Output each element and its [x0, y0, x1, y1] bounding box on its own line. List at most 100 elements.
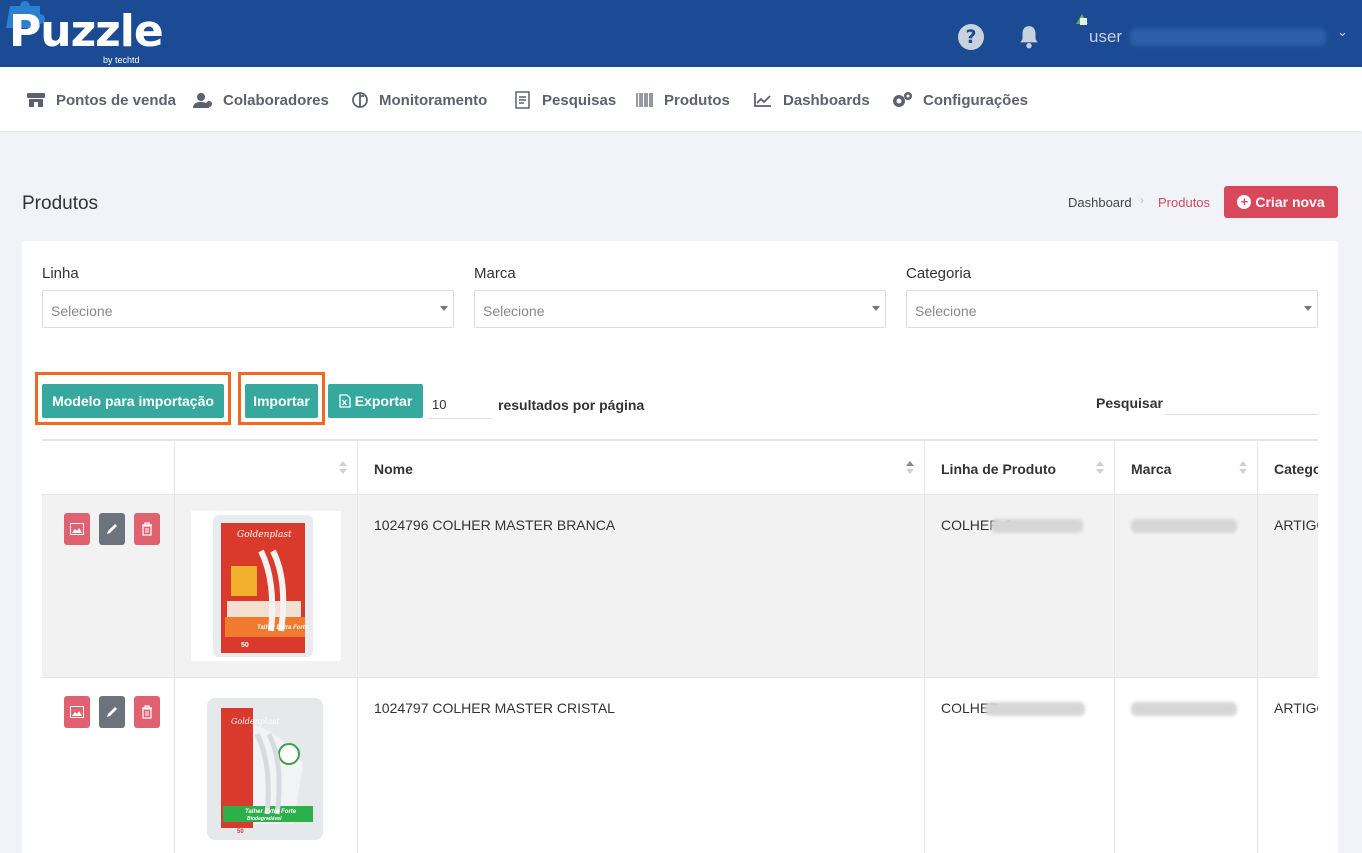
nav-label: Configurações — [923, 91, 1029, 109]
sort-icon — [339, 461, 347, 474]
nav-label: Monitoramento — [379, 91, 488, 109]
column-label: Nome — [374, 461, 413, 477]
nav-item-pontos-de-venda[interactable]: Pontos de venda — [26, 91, 176, 109]
nav-item-colaboradores[interactable]: Colaboradores — [193, 91, 329, 109]
nav-label: Dashboards — [783, 91, 870, 109]
products-card: Linha Selecione Marca Selecione Categori… — [22, 241, 1338, 853]
trash-icon — [142, 705, 152, 719]
nav-label: Pontos de venda — [56, 91, 177, 109]
nav-item-configuracoes[interactable]: Configurações — [891, 91, 1028, 109]
product-brand: Goldenplast — [231, 717, 280, 726]
column-label: Catego — [1274, 461, 1318, 477]
column-header-categoria[interactable]: Catego — [1258, 439, 1318, 495]
cell-marca — [1115, 678, 1258, 853]
product-image[interactable]: Goldenplast Talher Extra Forte 50 — [191, 511, 341, 661]
cell-categoria: ARTIGO — [1274, 700, 1318, 716]
filter-label-marca: Marca — [474, 265, 516, 282]
search-input[interactable] — [1165, 391, 1318, 415]
product-caption: Talher Extra Forte — [257, 625, 309, 631]
product-count: 50 — [241, 642, 249, 649]
chevron-down-icon[interactable]: ⌄ — [1337, 24, 1348, 40]
help-icon[interactable]: ? — [958, 24, 984, 50]
view-image-button[interactable] — [64, 696, 90, 728]
top-bar: Puzzle by techtd ? user ⌄ — [0, 0, 1362, 67]
chart-icon — [754, 93, 771, 107]
cell-nome: 1024797 COLHER MASTER CRISTAL — [358, 678, 925, 853]
plus-circle-icon: + — [1237, 195, 1252, 209]
import-button[interactable]: Importar — [245, 384, 318, 418]
nav-item-dashboards[interactable]: Dashboards — [753, 91, 870, 109]
gears-icon — [893, 92, 912, 107]
nav-item-monitoramento[interactable]: Monitoramento — [351, 91, 487, 109]
row-actions — [42, 678, 175, 853]
column-header-marca[interactable]: Marca — [1115, 439, 1258, 495]
filter-select-marca[interactable]: Selecione — [474, 290, 886, 328]
filter-select-categoria[interactable]: Selecione — [906, 290, 1318, 328]
cell-nome: 1024796 COLHER MASTER BRANCA — [358, 495, 925, 677]
user-name[interactable]: user — [1089, 27, 1122, 47]
filter-select-linha[interactable]: Selecione — [42, 290, 454, 328]
column-header-nome[interactable]: Nome — [358, 439, 925, 495]
row-image-cell: Goldenplast Talher Extra Forte 50 — [175, 495, 358, 677]
create-new-button[interactable]: + Criar nova — [1224, 186, 1338, 218]
caret-down-icon — [872, 306, 880, 311]
product-count: 50 — [237, 829, 244, 835]
barcode-icon — [636, 93, 653, 107]
redacted-text — [991, 519, 1083, 533]
delete-button[interactable] — [134, 513, 160, 545]
redacted-text — [985, 702, 1085, 716]
caret-down-icon — [440, 306, 448, 311]
cell-marca — [1115, 495, 1258, 677]
logo-subtitle: by techtd — [103, 55, 140, 65]
product-image[interactable]: Goldenplast Talher Extra Forte Biodegrad… — [191, 694, 341, 844]
column-header-actions — [42, 439, 175, 495]
breadcrumb-dashboard[interactable]: Dashboard — [1068, 195, 1132, 210]
view-image-button[interactable] — [64, 513, 90, 545]
avatar-icon[interactable] — [1074, 12, 1090, 26]
nav-item-produtos[interactable]: Produtos — [636, 91, 730, 109]
nav-label: Produtos — [664, 91, 730, 109]
select-placeholder: Selecione — [483, 303, 545, 319]
product-caption-2: Biodegradável — [247, 816, 282, 822]
table-row: Goldenplast Talher Extra Forte Biodegrad… — [42, 678, 1318, 853]
table-row: Goldenplast Talher Extra Forte 50 102479… — [42, 495, 1318, 678]
file-excel-icon — [339, 394, 351, 408]
nav-item-pesquisas[interactable]: Pesquisas — [514, 91, 616, 109]
chevron-right-icon: › — [1140, 193, 1144, 207]
logo-text: Puzzle — [9, 6, 164, 57]
main-nav: Pontos de venda Colaboradores Monitorame… — [0, 67, 1362, 131]
create-new-label: Criar nova — [1255, 194, 1325, 210]
user-name-redacted — [1130, 28, 1326, 46]
edit-button[interactable] — [99, 696, 125, 728]
product-brand: Goldenplast — [237, 530, 292, 540]
column-label: Linha de Produto — [941, 461, 1057, 477]
nav-label: Pesquisas — [542, 91, 617, 109]
cell-categoria: ARTIGO — [1274, 517, 1318, 533]
store-icon — [27, 93, 45, 107]
export-button[interactable]: Exportar — [328, 384, 423, 418]
edit-button[interactable] — [99, 513, 125, 545]
app-logo[interactable]: Puzzle by techtd — [6, 1, 164, 66]
product-caption: Talher Extra Forte — [245, 809, 297, 815]
column-header-linha[interactable]: Linha de Produto — [925, 439, 1115, 495]
breadcrumb-current: Produtos — [1158, 195, 1211, 210]
filter-label-categoria: Categoria — [906, 265, 972, 282]
import-template-button[interactable]: Modelo para importação — [42, 384, 224, 418]
bell-icon[interactable] — [1016, 24, 1042, 50]
sort-icon — [1096, 461, 1104, 474]
cell-linha: COLHER — [925, 678, 1115, 853]
pencil-icon — [107, 707, 117, 717]
caret-down-icon — [1304, 306, 1312, 311]
users-icon — [193, 93, 212, 108]
filter-label-linha: Linha — [42, 265, 79, 282]
delete-button[interactable] — [134, 696, 160, 728]
sort-asc-icon — [906, 461, 914, 474]
column-header-image[interactable] — [175, 439, 358, 495]
select-placeholder: Selecione — [915, 303, 977, 319]
search-label: Pesquisar — [1096, 395, 1163, 411]
redacted-text — [1131, 519, 1237, 533]
trash-icon — [142, 522, 152, 536]
column-label: Marca — [1131, 461, 1172, 477]
per-page-input[interactable]: 10 — [428, 391, 492, 419]
survey-icon — [515, 91, 530, 109]
